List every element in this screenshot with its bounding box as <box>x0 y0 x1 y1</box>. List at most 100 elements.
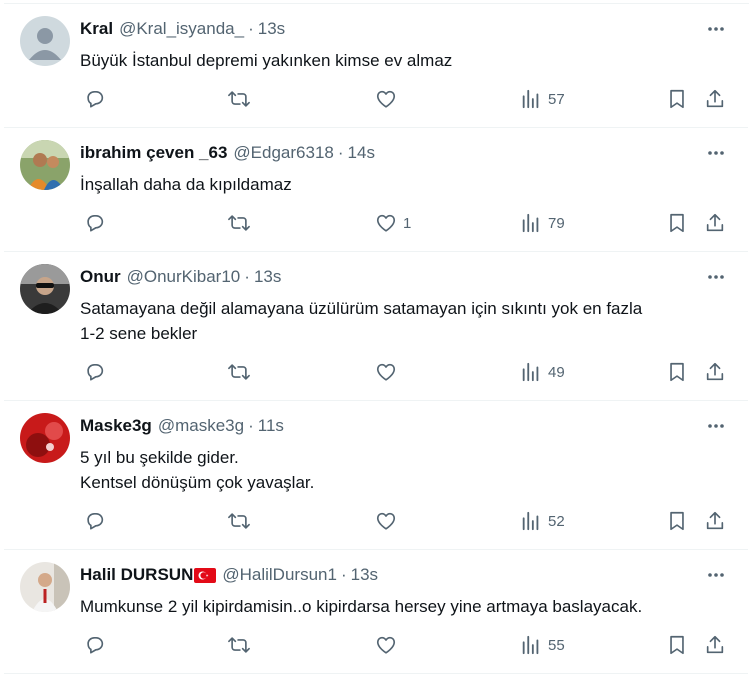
more-options-icon[interactable] <box>706 145 726 161</box>
avatar[interactable] <box>20 264 70 314</box>
views-button[interactable]: 55 <box>520 634 565 656</box>
retweet-button[interactable] <box>228 361 250 383</box>
share-button[interactable] <box>704 361 726 383</box>
timestamp[interactable]: 14s <box>348 143 375 163</box>
tweet-text-line: Satamayana değil alamayana üzülürüm sata… <box>80 299 643 318</box>
more-options-icon[interactable] <box>706 269 726 285</box>
action-bar: 1 79 <box>80 212 728 236</box>
display-name[interactable]: Halil DURSUN <box>80 565 193 585</box>
tweet[interactable]: Onur @OnurKibar10 · 13s Satamayana değil… <box>4 252 748 401</box>
tweet[interactable]: Kral @Kral_isyanda_ · 13s Büyük İstanbul… <box>4 4 748 128</box>
more-options-icon[interactable] <box>706 21 726 37</box>
timestamp[interactable]: 11s <box>258 416 284 436</box>
views-button[interactable]: 57 <box>520 88 565 110</box>
views-icon <box>522 213 539 233</box>
tweet-text: İnşallah daha da kıpıldamaz <box>80 172 730 197</box>
bookmark-button[interactable] <box>666 212 688 234</box>
tweet-header: Maske3g @maske3g · 11s <box>80 415 688 437</box>
tweet-text: 5 yıl bu şekilde gider. Kentsel dönüşüm … <box>80 445 730 495</box>
more-options-icon[interactable] <box>706 418 726 434</box>
retweet-icon <box>228 91 250 107</box>
like-button[interactable] <box>375 88 403 110</box>
tweet[interactable]: ibrahim çeven _63 @Edgar6318 · 14s İnşal… <box>4 128 748 252</box>
reply-icon <box>87 513 104 530</box>
avatar[interactable] <box>20 562 70 612</box>
tweet-header: ibrahim çeven _63 @Edgar6318 · 14s <box>80 142 688 164</box>
username[interactable]: @OnurKibar10 <box>127 267 241 287</box>
tweet-text-line: Kentsel dönüşüm çok yavaşlar. <box>80 473 315 492</box>
tweet-text-line: Büyük İstanbul depremi yakınken kimse ev… <box>80 51 453 70</box>
like-button[interactable] <box>375 634 403 656</box>
like-button[interactable]: 1 <box>375 212 411 234</box>
bookmark-button[interactable] <box>666 634 688 656</box>
reply-button[interactable] <box>84 212 106 234</box>
reply-button[interactable] <box>84 88 106 110</box>
bookmark-button[interactable] <box>666 510 688 532</box>
timestamp[interactable]: 13s <box>351 565 378 585</box>
share-button[interactable] <box>704 88 726 110</box>
display-name[interactable]: Onur <box>80 267 121 287</box>
views-button[interactable]: 52 <box>520 510 565 532</box>
turkey-flag-icon <box>194 567 217 583</box>
display-name[interactable]: Kral <box>80 19 113 39</box>
separator: · <box>340 565 347 584</box>
views-icon <box>522 89 539 109</box>
views-count: 49 <box>548 363 565 381</box>
views-count: 79 <box>548 214 565 232</box>
more-options-icon[interactable] <box>706 567 726 583</box>
timestamp[interactable]: 13s <box>254 267 281 287</box>
views-button[interactable]: 49 <box>520 361 565 383</box>
tweet[interactable]: Maske3g @maske3g · 11s 5 yıl bu şekilde … <box>4 401 748 550</box>
bookmark-button[interactable] <box>666 361 688 383</box>
avatar[interactable] <box>20 16 70 66</box>
share-button[interactable] <box>704 634 726 656</box>
share-icon <box>706 213 724 232</box>
action-bar: 52 <box>80 510 728 534</box>
separator: · <box>337 143 344 162</box>
share-icon <box>706 635 724 654</box>
action-bar: 55 <box>80 634 728 658</box>
like-button[interactable] <box>375 361 403 383</box>
views-count: 57 <box>548 90 565 108</box>
retweet-button[interactable] <box>228 510 250 532</box>
reply-button[interactable] <box>84 361 106 383</box>
separator: · <box>244 267 250 286</box>
reply-button[interactable] <box>84 634 106 656</box>
heart-icon <box>376 214 396 232</box>
reply-icon <box>87 91 104 108</box>
timestamp[interactable]: 13s <box>258 19 285 39</box>
share-icon <box>706 362 724 381</box>
reply-icon <box>87 637 104 654</box>
bookmark-icon <box>670 213 684 233</box>
username[interactable]: @HalilDursun1 <box>222 565 337 585</box>
share-button[interactable] <box>704 212 726 234</box>
tweet-text-line: İnşallah daha da kıpıldamaz <box>80 175 292 194</box>
action-bar: 57 <box>80 88 728 112</box>
username[interactable]: @Edgar6318 <box>233 143 333 163</box>
retweet-icon <box>228 215 250 231</box>
display-name[interactable]: ibrahim çeven _63 <box>80 143 227 163</box>
retweet-button[interactable] <box>228 88 250 110</box>
tweet[interactable]: Halil DURSUN @HalilDursun1 · 13s Mumkuns… <box>4 550 748 674</box>
bookmark-icon <box>670 635 684 655</box>
retweet-icon <box>228 637 250 653</box>
views-icon <box>522 635 539 655</box>
like-button[interactable] <box>375 510 403 532</box>
views-button[interactable]: 79 <box>520 212 565 234</box>
username[interactable]: @Kral_isyanda_ <box>119 19 244 39</box>
avatar[interactable] <box>20 413 70 463</box>
reply-icon <box>87 364 104 381</box>
reply-button[interactable] <box>84 510 106 532</box>
retweet-button[interactable] <box>228 212 250 234</box>
tweet-text-line: 5 yıl bu şekilde gider. <box>80 448 239 467</box>
tweet-header: Onur @OnurKibar10 · 13s <box>80 266 688 288</box>
display-name[interactable]: Maske3g <box>80 416 152 436</box>
bookmark-button[interactable] <box>666 88 688 110</box>
bookmark-icon <box>670 362 684 382</box>
share-icon <box>706 89 724 108</box>
avatar[interactable] <box>20 140 70 190</box>
share-button[interactable] <box>704 510 726 532</box>
retweet-button[interactable] <box>228 634 250 656</box>
action-bar: 49 <box>80 361 728 385</box>
username[interactable]: @maske3g <box>158 416 244 436</box>
